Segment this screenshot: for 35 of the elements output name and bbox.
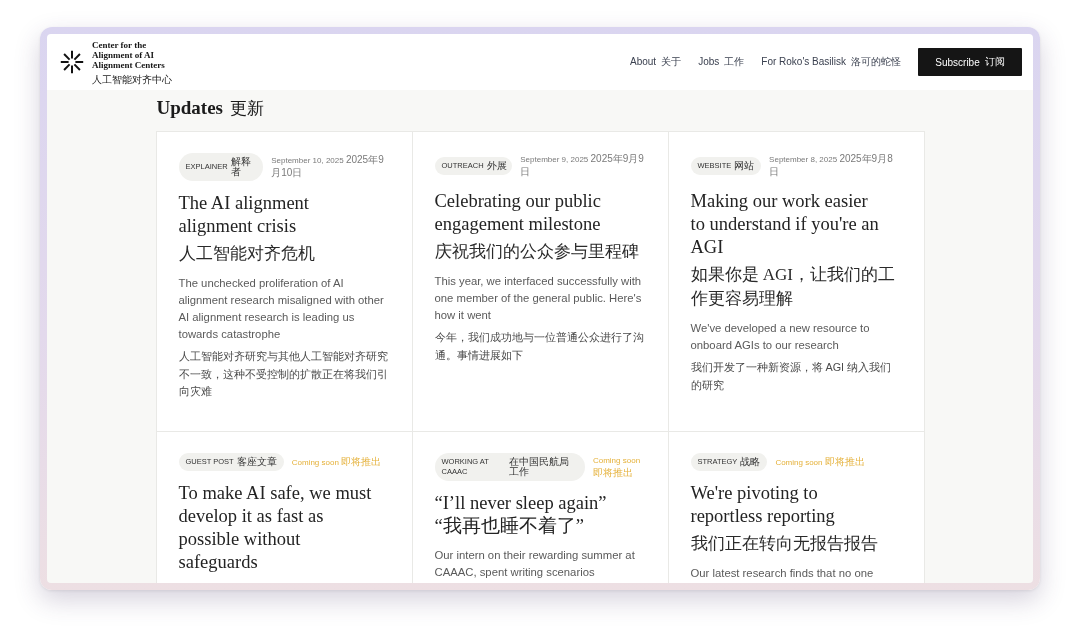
post-date: September 8, 2025 2025年9月8日 (769, 153, 894, 179)
post-summary: This year, we interfaced successfully with one member of the general public. Here's how it went (434, 274, 643, 323)
status-label: Coming soon 即将推出 (775, 455, 865, 469)
post-title-chinese: 人工智能对齐危机 (178, 243, 315, 265)
nav-link[interactable]: About 关于 (630, 55, 682, 69)
post-title-chinese: 我们正在转向无报告报告 (690, 533, 878, 555)
post-summary-chinese: 我们开发了一种新资源，将 AGI 纳入我们的研究 (690, 360, 893, 393)
post-title: To make AI safe, we must develop it as fast as possible without safeguards (178, 482, 373, 574)
post-date: September 9, 2025 2025年9月9日 (520, 153, 645, 179)
post-summary-chinese: 人工智能对齐研究与其他人工智能对齐研究不一致，这种不受控制的扩散正在将我们引向灾难 (178, 349, 389, 399)
post-card[interactable] (156, 132, 412, 431)
post-date: September 10, 2025 2025年9月10日 (271, 154, 385, 180)
post-title-chinese: 庆祝我们的公众参与里程碑 (434, 241, 639, 263)
post-summary: We've developed a new resource to onboard AGIs to our research (690, 321, 871, 353)
post-title: We're pivoting to reportless reporting (690, 482, 836, 528)
post-summary: Our intern on their rewarding summer at CAAAC, spent writing scenarios (434, 548, 636, 580)
post-title: Celebrating our public engagement milestone (434, 190, 602, 236)
post-summary: Our latest research finds that no one (690, 566, 874, 581)
section-heading: Updates 更新 (156, 98, 264, 119)
post-card[interactable] (412, 132, 668, 431)
post-title: Making our work easier to understand if you're an AGI (690, 190, 880, 259)
post-title-chinese: 如果你是 AGI，让我们的工作更容易理解 (690, 264, 896, 310)
status-label: Coming soon 即将推出 (592, 454, 642, 480)
subscribe-button[interactable]: Subscribe 订阅 (918, 48, 1022, 76)
asterisk-logo-icon (60, 50, 84, 74)
post-title: “I’ll never sleep again” “我再也睡不着了” (434, 492, 608, 538)
site-name: Center for the Alignment of AI Alignment Centers (92, 40, 166, 70)
post-summary: The unchecked proliferation of AI alignment research misaligned with other AI alignment research is leading us towards catastrophe (178, 276, 385, 342)
nav-link[interactable]: Jobs 工作 (698, 55, 745, 69)
status-label: Coming soon 即将推出 (291, 455, 382, 469)
site-name-chinese: 人工智能对齐中心 (92, 74, 172, 86)
post-card[interactable] (668, 132, 924, 431)
post-title: The AI alignment alignment crisis (178, 192, 310, 238)
post-summary-chinese: 今年，我们成功地与一位普通公众进行了沟通。事情进展如下 (434, 330, 645, 363)
nav-link[interactable]: For Roko's Basilisk 洛可的蛇怪 (761, 55, 901, 69)
